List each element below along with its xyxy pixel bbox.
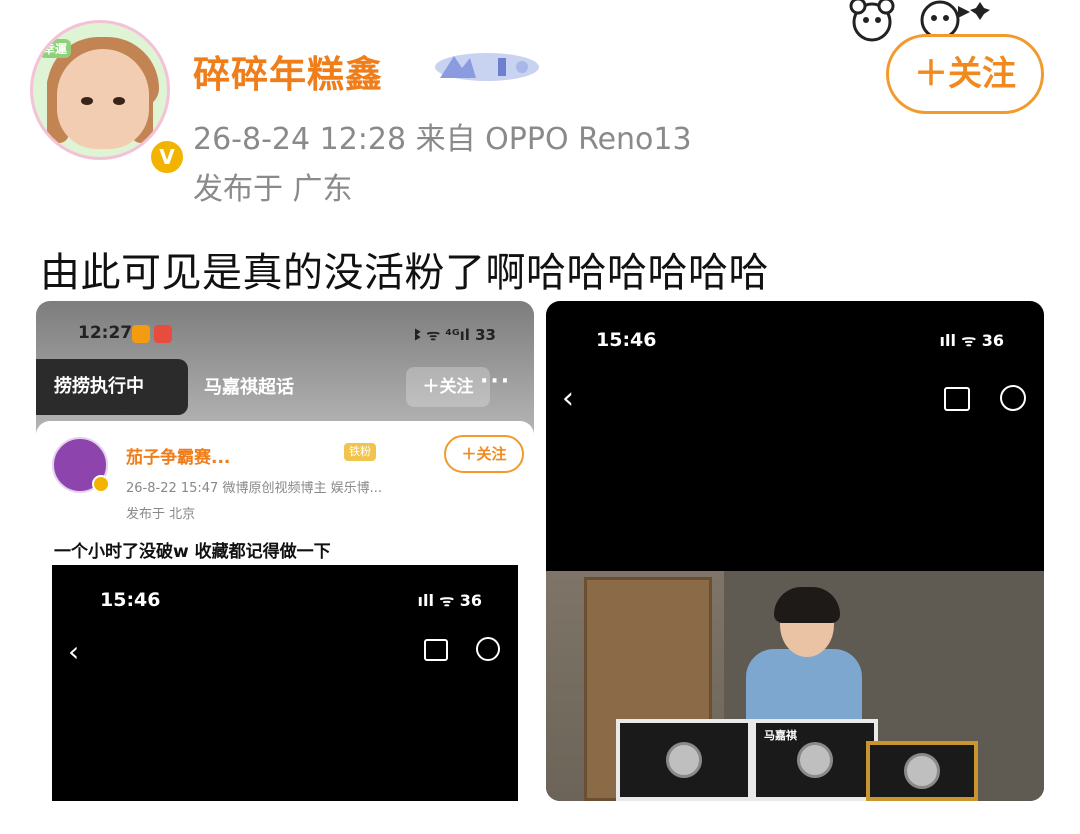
award-plaque-label: 马嘉祺 (764, 729, 797, 742)
embedded-status-time: 15:46 (596, 329, 657, 351)
inner-status-time: 15:46 (100, 589, 161, 611)
inner-search-icon (476, 637, 500, 661)
embedded-status-icons: ꔪ ᯤ ⁴ᴳıl 33 (414, 326, 496, 344)
embedded-topic-header: 12:27 ꔪ ᯤ ⁴ᴳıl 33 捞捞执行中 马嘉祺超话 ＋关注 ··· (36, 301, 534, 441)
embedded-post-meta: 26-8-22 15:47 微博原创视频博主 娱乐博... (126, 481, 382, 496)
inner-status-icons: ıll ᯤ 36 (417, 591, 482, 610)
user-level-badge-icon (435, 53, 539, 81)
embedded-topic-title: 马嘉祺超话 (204, 377, 294, 398)
post-meta: 26-8-24 12:28 来自 OPPO Reno13 (193, 122, 692, 157)
post-text: 由此可见是真的没活粉了啊哈哈哈哈哈哈 (40, 250, 769, 296)
post-image-1[interactable]: 12:27 ꔪ ᯤ ⁴ᴳıl 33 捞捞执行中 马嘉祺超话 ＋关注 ··· 茄子… (36, 301, 534, 801)
embedded-status-icons: ıll ᯤ 36 (939, 331, 1004, 350)
post-location: 发布于 广东 (193, 172, 353, 207)
app-notification-icon (132, 325, 150, 343)
embedded-username: 茄子争霸赛... (126, 448, 231, 468)
embedded-follow-button: ＋关注 (444, 435, 524, 473)
inner-back-icon: ‹ (68, 635, 80, 668)
embedded-status-time: 12:27 (78, 323, 133, 343)
award-plaque (616, 719, 752, 801)
embedded-fan-badge: 铁粉 (344, 443, 376, 461)
embedded-topic-follow-button: ＋关注 (406, 367, 490, 407)
embedded-post-location: 发布于 北京 (126, 507, 196, 522)
post-image-2[interactable]: 15:46 ıll ᯤ 36 ‹ 马嘉祺 (546, 301, 1044, 801)
embedded-pip-icon (944, 387, 970, 411)
location-notification-icon (154, 325, 172, 343)
avatar-image: 幸運 (30, 20, 170, 160)
embedded-inner-screenshot: 15:46 ıll ᯤ 36 ‹ (52, 565, 518, 801)
embedded-post-card: 茄子争霸赛... 铁粉 ＋关注 26-8-22 15:47 微博原创视频博主 娱… (36, 421, 534, 801)
avatar-eye-right (113, 97, 125, 105)
embedded-post-text: 一个小时了没破w 收藏都记得做一下 (54, 542, 331, 562)
embedded-back-icon: ‹ (562, 381, 574, 416)
avatar-tag: 幸運 (39, 39, 72, 58)
username[interactable]: 碎碎年糕鑫 (193, 44, 383, 98)
inner-pip-icon (424, 639, 448, 661)
verified-badge-icon: V (148, 138, 186, 176)
embedded-chip-label: 捞捞执行中 (36, 359, 188, 415)
embedded-verified-icon (92, 475, 110, 493)
avatar-eye-left (81, 97, 93, 105)
award-plaque: 马嘉祺 (752, 719, 878, 801)
embedded-more-icon: ··· (480, 369, 512, 394)
embedded-photo: 马嘉祺 (546, 571, 1044, 801)
avatar-face (57, 49, 149, 149)
award-plaque (866, 741, 978, 801)
avatar[interactable]: 幸運 V (30, 20, 186, 176)
embedded-search-icon (1000, 385, 1026, 411)
follow-button[interactable]: ＋关注 (886, 34, 1044, 114)
